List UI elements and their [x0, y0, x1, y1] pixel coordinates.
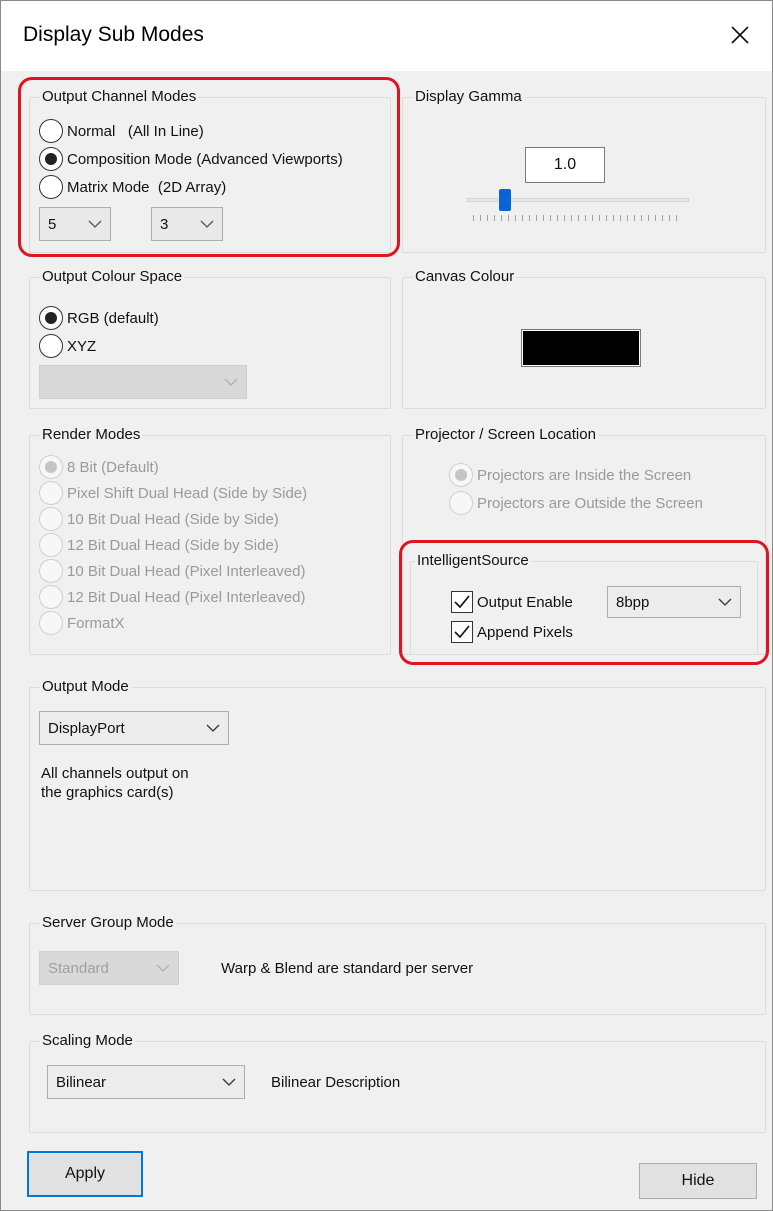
gamma-value-input[interactable]: 1.0 — [525, 147, 605, 183]
matrix-rows-value: 3 — [160, 215, 169, 233]
radio-normal-label: Normal (All In Line) — [67, 122, 204, 140]
output-mode-value: DisplayPort — [48, 719, 125, 737]
radio-render-10bit-sbs-label: 10 Bit Dual Head (Side by Side) — [67, 510, 279, 528]
chevron-down-icon — [206, 724, 220, 732]
chevron-down-icon — [222, 1078, 236, 1086]
radio-normal-button[interactable] — [39, 119, 63, 143]
checkmark-icon — [454, 595, 470, 609]
radio-projectors-inside[interactable]: Projectors are Inside the Screen — [449, 462, 691, 488]
radio-normal[interactable]: Normal (All In Line) — [39, 118, 204, 144]
radio-render-12bit-sbs-label: 12 Bit Dual Head (Side by Side) — [67, 536, 279, 554]
canvas-colour-label: Canvas Colour — [413, 268, 517, 286]
apply-button[interactable]: Apply — [27, 1151, 143, 1197]
chevron-down-icon — [88, 220, 102, 228]
chevron-down-icon — [718, 598, 732, 606]
scaling-mode-description: Bilinear Description — [271, 1074, 401, 1091]
radio-matrix-button[interactable] — [39, 175, 63, 199]
output-mode-dropdown[interactable]: DisplayPort — [39, 711, 229, 745]
matrix-rows-dropdown[interactable]: 3 — [151, 207, 223, 241]
radio-render-formatx-label: FormatX — [67, 614, 125, 632]
radio-render-12bit-sbs[interactable]: 12 Bit Dual Head (Side by Side) — [39, 532, 279, 558]
matrix-columns-value: 5 — [48, 215, 57, 233]
output-enable-label: Output Enable — [477, 593, 573, 611]
display-gamma-label: Display Gamma — [413, 88, 524, 106]
output-colour-space-label: Output Colour Space — [40, 268, 185, 286]
radio-composition[interactable]: Composition Mode (Advanced Viewports) — [39, 146, 343, 172]
chevron-down-icon — [200, 220, 214, 228]
radio-render-10bit-sbs-button[interactable] — [39, 507, 63, 531]
server-group-value: Standard — [48, 959, 109, 977]
scaling-mode-value: Bilinear — [56, 1073, 107, 1091]
radio-render-pixel-shift-button[interactable] — [39, 481, 63, 505]
output-enable-check[interactable] — [451, 591, 473, 613]
radio-render-pixel-shift-label: Pixel Shift Dual Head (Side by Side) — [67, 484, 308, 502]
radio-render-12bit-interleaved-button[interactable] — [39, 585, 63, 609]
radio-matrix-label: Matrix Mode (2D Array) — [67, 178, 227, 196]
dialog-window: Display Sub Modes Output Channel Modes N… — [0, 0, 773, 1211]
radio-projectors-outside-label: Projectors are Outside the Screen — [477, 494, 703, 512]
radio-render-8bit-button[interactable] — [39, 455, 63, 479]
chevron-down-icon — [156, 964, 170, 972]
radio-render-12bit-interleaved-label: 12 Bit Dual Head (Pixel Interleaved) — [67, 588, 306, 606]
radio-rgb-button[interactable] — [39, 306, 63, 330]
checkmark-icon — [454, 625, 470, 639]
gamma-slider[interactable] — [467, 189, 689, 223]
output-channel-modes-label: Output Channel Modes — [40, 88, 199, 106]
server-group-dropdown[interactable]: Standard — [39, 951, 179, 985]
radio-render-10bit-interleaved-label: 10 Bit Dual Head (Pixel Interleaved) — [67, 562, 306, 580]
radio-render-8bit[interactable]: 8 Bit (Default) — [39, 454, 159, 480]
close-button[interactable] — [720, 15, 760, 55]
render-modes-label: Render Modes — [40, 426, 143, 444]
gamma-slider-ticks — [473, 215, 683, 221]
radio-xyz[interactable]: XYZ — [39, 333, 96, 359]
gamma-slider-thumb[interactable] — [499, 189, 511, 211]
append-pixels-checkbox[interactable]: Append Pixels — [451, 619, 573, 645]
radio-render-pixel-shift[interactable]: Pixel Shift Dual Head (Side by Side) — [39, 480, 307, 506]
radio-xyz-label: XYZ — [67, 337, 97, 355]
output-mode-label: Output Mode — [40, 678, 131, 696]
output-mode-description-line1: All channels output on — [41, 765, 189, 782]
radio-render-formatx-button[interactable] — [39, 611, 63, 635]
radio-rgb[interactable]: RGB (default) — [39, 305, 159, 331]
radio-projectors-outside-button[interactable] — [449, 491, 473, 515]
radio-projectors-inside-label: Projectors are Inside the Screen — [477, 466, 692, 484]
server-group-mode-label: Server Group Mode — [40, 914, 176, 932]
server-group-description: Warp & Blend are standard per server — [221, 960, 474, 977]
intelligent-source-label: IntelligentSource — [415, 552, 531, 570]
bpp-dropdown[interactable]: 8bpp — [607, 586, 741, 618]
radio-xyz-button[interactable] — [39, 334, 63, 358]
scaling-mode-label: Scaling Mode — [40, 1032, 135, 1050]
close-icon — [731, 26, 749, 44]
radio-projectors-outside[interactable]: Projectors are Outside the Screen — [449, 490, 703, 516]
output-enable-checkbox[interactable]: Output Enable — [451, 589, 573, 615]
matrix-columns-dropdown[interactable]: 5 — [39, 207, 111, 241]
radio-matrix[interactable]: Matrix Mode (2D Array) — [39, 174, 226, 200]
title-bar: Display Sub Modes — [1, 1, 772, 71]
chevron-down-icon — [224, 378, 238, 386]
window-title: Display Sub Modes — [23, 23, 204, 46]
radio-render-10bit-sbs[interactable]: 10 Bit Dual Head (Side by Side) — [39, 506, 279, 532]
radio-render-12bit-sbs-button[interactable] — [39, 533, 63, 557]
canvas-colour-swatch[interactable] — [521, 329, 641, 367]
radio-render-10bit-interleaved[interactable]: 10 Bit Dual Head (Pixel Interleaved) — [39, 558, 305, 584]
projector-location-label: Projector / Screen Location — [413, 426, 598, 444]
radio-composition-button[interactable] — [39, 147, 63, 171]
bpp-value: 8bpp — [616, 593, 650, 611]
radio-render-formatx[interactable]: FormatX — [39, 610, 125, 636]
radio-render-10bit-interleaved-button[interactable] — [39, 559, 63, 583]
append-pixels-label: Append Pixels — [477, 623, 573, 641]
append-pixels-check[interactable] — [451, 621, 473, 643]
radio-render-8bit-label: 8 Bit (Default) — [67, 458, 159, 476]
radio-render-12bit-interleaved[interactable]: 12 Bit Dual Head (Pixel Interleaved) — [39, 584, 305, 610]
radio-rgb-label: RGB (default) — [67, 309, 159, 327]
scaling-mode-dropdown[interactable]: Bilinear — [47, 1065, 245, 1099]
colour-space-dropdown[interactable] — [39, 365, 247, 399]
output-mode-description-line2: the graphics card(s) — [41, 784, 174, 801]
radio-composition-label: Composition Mode (Advanced Viewports) — [67, 150, 343, 168]
radio-projectors-inside-button[interactable] — [449, 463, 473, 487]
hide-button[interactable]: Hide — [639, 1163, 757, 1199]
